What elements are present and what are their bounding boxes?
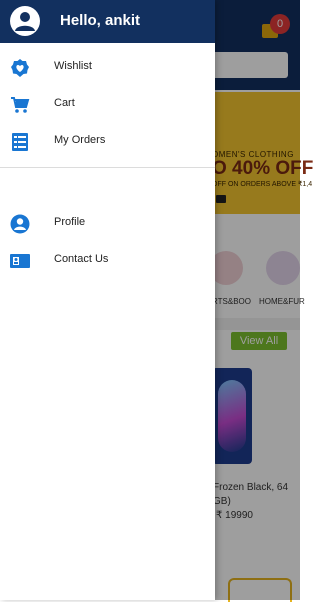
menu-label-cart: Cart [54, 97, 75, 109]
navigation-drawer: Hello, ankit Wishlist Cart My Orders Pro… [0, 0, 215, 600]
user-avatar-icon [15, 12, 35, 31]
heart-badge-icon [11, 59, 29, 77]
menu-label-wishlist: Wishlist [54, 60, 92, 72]
menu-label-profile: Profile [54, 216, 86, 228]
menu-item-profile[interactable]: Profile [0, 206, 215, 242]
menu-label-my-orders: My Orders [54, 134, 106, 146]
shopping-cart-icon [11, 97, 30, 113]
orders-list-icon [12, 133, 28, 151]
menu-item-contact-us[interactable]: Contact Us [0, 243, 215, 279]
menu-label-contact-us: Contact Us [54, 253, 109, 265]
menu-item-cart[interactable]: Cart [0, 87, 215, 123]
menu-divider [0, 167, 215, 168]
avatar[interactable] [10, 6, 40, 36]
menu-item-my-orders[interactable]: My Orders [0, 124, 215, 160]
drawer-header: Hello, ankit [0, 0, 215, 43]
person-icon [10, 214, 30, 234]
contact-card-icon [10, 254, 30, 268]
menu-item-wishlist[interactable]: Wishlist [0, 50, 215, 86]
greeting-text: Hello, ankit [60, 12, 141, 29]
